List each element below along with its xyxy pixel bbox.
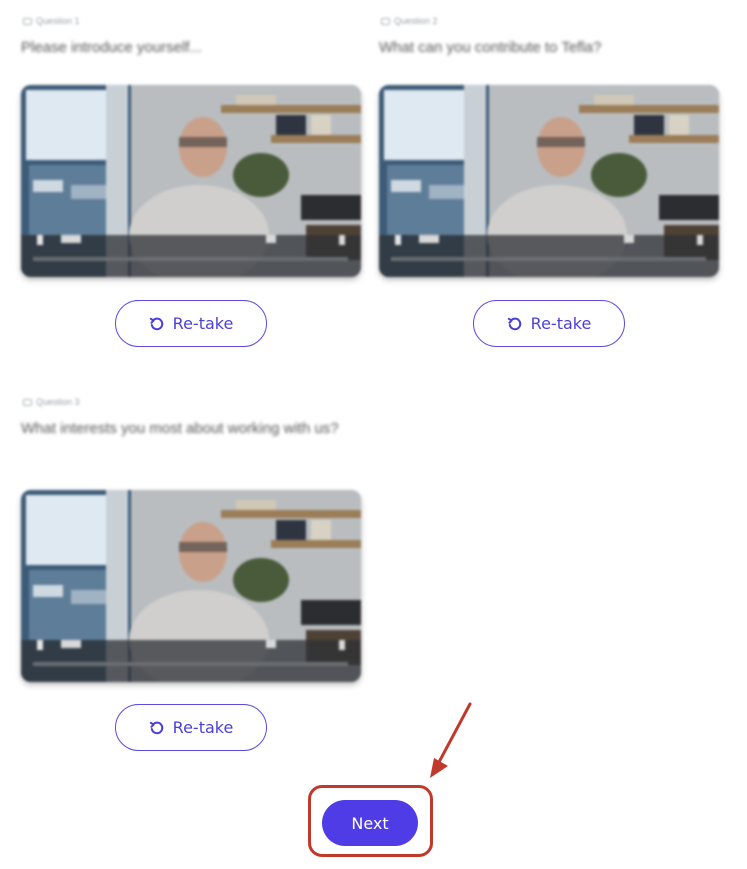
retake-label: Re-take xyxy=(530,314,592,333)
video-thumbnail[interactable] xyxy=(21,85,361,277)
question-meta: Question 1 xyxy=(23,15,80,27)
arrow-icon xyxy=(430,702,472,778)
question-text: Please introduce yourself... xyxy=(21,39,202,56)
retake-label: Re-take xyxy=(172,718,234,737)
camera-icon xyxy=(23,398,32,406)
question-text: What interests you most about working wi… xyxy=(21,420,339,437)
retake-button[interactable]: Re-take xyxy=(115,300,267,347)
question-meta: Question 2 xyxy=(381,15,438,27)
rotate-ccw-icon xyxy=(149,316,165,332)
rotate-ccw-icon xyxy=(507,316,523,332)
video-thumbnail[interactable] xyxy=(379,85,719,277)
camera-icon xyxy=(23,17,32,25)
question-card-3: Question 3 What interests you most about… xyxy=(21,396,361,686)
question-text: What can you contribute to Tefla? xyxy=(379,39,602,56)
question-meta: Question 3 xyxy=(23,396,80,408)
camera-icon xyxy=(381,17,390,25)
retake-label: Re-take xyxy=(172,314,234,333)
video-thumbnail[interactable] xyxy=(21,490,361,682)
retake-button[interactable]: Re-take xyxy=(115,704,267,751)
rotate-ccw-icon xyxy=(149,720,165,736)
retake-button[interactable]: Re-take xyxy=(473,300,625,347)
next-button[interactable]: Next xyxy=(322,800,418,846)
